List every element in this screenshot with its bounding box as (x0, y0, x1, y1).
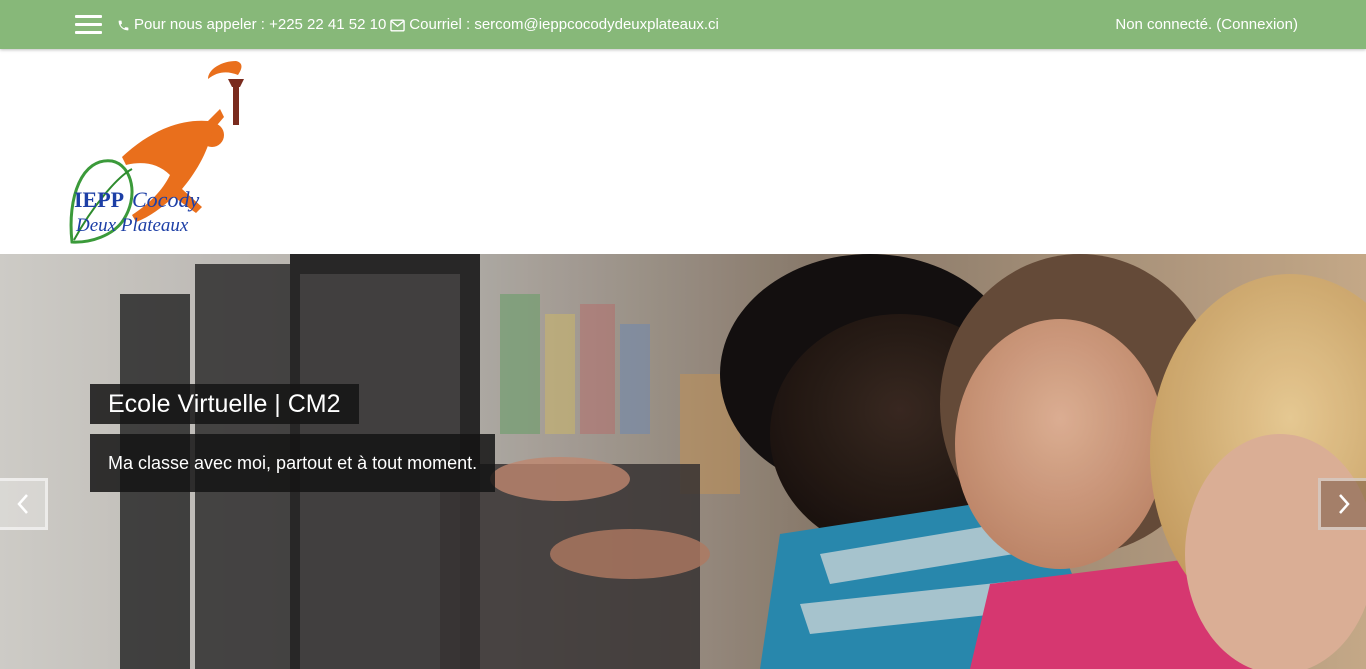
email-text[interactable]: Courriel : sercom@ieppcocodydeuxplateaux… (409, 16, 719, 34)
hero-slider: Ecole Virtuelle | CM2 Ma classe avec moi… (0, 254, 1366, 669)
contact-info: Pour nous appeler : +225 22 41 52 10 Cou… (117, 16, 719, 34)
phone-icon (117, 19, 130, 32)
login-link[interactable]: (Connexion) (1216, 16, 1298, 33)
slide-title: Ecole Virtuelle | CM2 (90, 384, 359, 424)
site-header: IEPP Cocody Deux Plateaux (0, 49, 1366, 254)
slider-prev-button[interactable] (0, 478, 48, 530)
logo-text-iepp: IEPP (74, 187, 124, 212)
slide-subtitle: Ma classe avec moi, partout et à tout mo… (90, 434, 496, 492)
logo-text-deux-plateaux: Deux Plateaux (75, 215, 189, 236)
hamburger-menu-icon[interactable] (75, 15, 102, 35)
envelope-icon (390, 19, 406, 32)
chevron-right-icon (1338, 494, 1350, 514)
login-status: Non connecté. (Connexion) (1115, 16, 1298, 34)
menu-bar (75, 23, 102, 26)
logo-text-cocody: Cocody (132, 187, 199, 212)
phone-text: Pour nous appeler : +225 22 41 52 10 (134, 16, 387, 33)
menu-bar (75, 15, 102, 18)
logo-graphic: IEPP Cocody Deux Plateaux (69, 61, 244, 244)
top-bar: Pour nous appeler : +225 22 41 52 10 Cou… (0, 0, 1366, 49)
menu-bar (75, 31, 102, 34)
site-logo[interactable]: IEPP Cocody Deux Plateaux (62, 57, 252, 247)
login-status-text: Non connecté. (1115, 16, 1213, 33)
slider-next-button[interactable] (1318, 478, 1366, 530)
chevron-left-icon (16, 494, 28, 514)
